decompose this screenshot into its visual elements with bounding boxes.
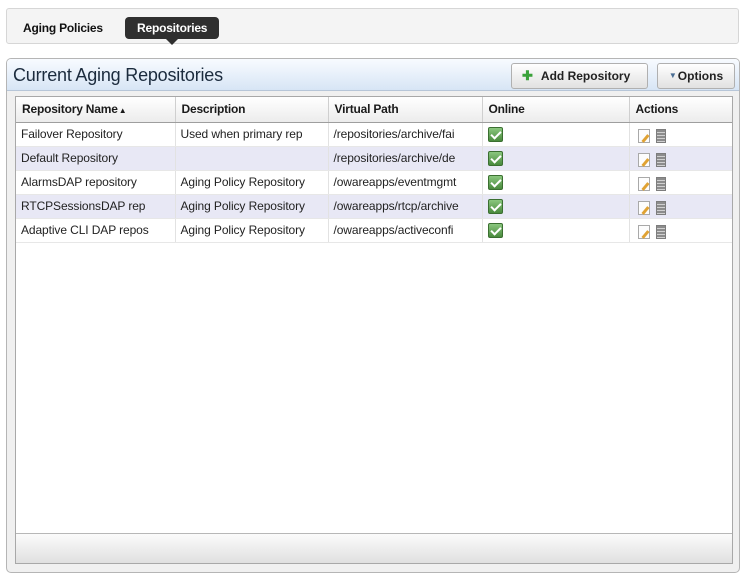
table-row[interactable]: AlarmsDAP repository Aging Policy Reposi… — [16, 170, 732, 195]
edit-icon[interactable] — [637, 152, 650, 167]
tab-aging-policies[interactable]: Aging Policies — [13, 17, 113, 39]
cell-online — [482, 194, 630, 219]
options-button[interactable]: ▼Options — [657, 63, 735, 89]
delete-icon[interactable] — [655, 152, 666, 167]
column-header-repository-name[interactable]: Repository Name▲ — [16, 97, 176, 123]
cell-virtual-path: /owareapps/eventmgmt — [328, 170, 483, 195]
sort-ascending-icon: ▲ — [118, 106, 127, 116]
cell-virtual-path: /repositories/archive/fai — [328, 122, 483, 147]
options-label: Options — [677, 69, 724, 83]
cell-description — [175, 146, 329, 171]
caret-down-icon: ▼ — [668, 71, 677, 80]
add-repository-label: Add Repository — [540, 69, 631, 83]
delete-icon[interactable] — [655, 176, 666, 191]
column-label: Description — [181, 102, 246, 117]
column-label: Actions — [635, 102, 679, 117]
cell-actions — [629, 122, 732, 147]
tab-repositories[interactable]: Repositories — [125, 17, 220, 45]
cell-actions — [629, 194, 732, 219]
cell-actions — [629, 146, 732, 171]
column-label: Repository Name — [22, 102, 118, 117]
repositories-panel: Current Aging Repositories ✚ Add Reposito… — [6, 58, 740, 573]
cell-online — [482, 218, 630, 243]
cell-online — [482, 122, 630, 147]
edit-icon[interactable] — [637, 128, 650, 143]
plus-icon: ✚ — [522, 68, 533, 83]
tab-bar: Aging Policies Repositories — [6, 8, 739, 45]
cell-repository-name: AlarmsDAP repository — [16, 170, 176, 195]
delete-icon[interactable] — [655, 128, 666, 143]
cell-repository-name: RTCPSessionsDAP rep — [16, 194, 176, 219]
table-row[interactable]: Adaptive CLI DAP repos Aging Policy Repo… — [16, 218, 732, 243]
table-row[interactable]: Default Repository /repositories/archive… — [16, 146, 732, 171]
edit-icon[interactable] — [637, 200, 650, 215]
edit-icon[interactable] — [637, 176, 650, 191]
cell-virtual-path: /owareapps/activeconfi — [328, 218, 483, 243]
table-row[interactable]: RTCPSessionsDAP rep Aging Policy Reposit… — [16, 194, 732, 219]
table-footer — [16, 533, 732, 563]
repositories-table: Repository Name▲ Description Virtual Pat… — [15, 96, 733, 564]
checkbox-checked-icon — [487, 127, 503, 142]
cell-virtual-path: /repositories/archive/de — [328, 146, 483, 171]
column-header-actions: Actions — [629, 97, 732, 123]
checkbox-checked-icon — [487, 175, 503, 190]
checkbox-checked-icon — [487, 199, 503, 214]
checkbox-checked-icon — [487, 151, 503, 166]
cell-repository-name: Default Repository — [16, 146, 176, 171]
checkbox-checked-icon — [487, 223, 503, 238]
cell-actions — [629, 170, 732, 195]
cell-online — [482, 146, 630, 171]
cell-virtual-path: /owareapps/rtcp/archive — [328, 194, 483, 219]
cell-description: Aging Policy Repository — [175, 170, 329, 195]
cell-online — [482, 170, 630, 195]
cell-description: Aging Policy Repository — [175, 194, 329, 219]
cell-description: Aging Policy Repository — [175, 218, 329, 243]
column-header-description[interactable]: Description — [175, 97, 329, 123]
cell-repository-name: Failover Repository — [16, 122, 176, 147]
table-row[interactable]: Failover Repository Used when primary re… — [16, 122, 732, 147]
cell-actions — [629, 218, 732, 243]
table-header-row: Repository Name▲ Description Virtual Pat… — [16, 97, 732, 123]
add-repository-button[interactable]: ✚ Add Repository — [511, 63, 648, 89]
edit-icon[interactable] — [637, 224, 650, 239]
column-label: Virtual Path — [334, 102, 399, 117]
delete-icon[interactable] — [655, 200, 666, 215]
panel-header: Current Aging Repositories ✚ Add Reposito… — [7, 59, 739, 91]
cell-description: Used when primary rep — [175, 122, 329, 147]
column-header-online[interactable]: Online — [482, 97, 630, 123]
delete-icon[interactable] — [655, 224, 666, 239]
panel-title: Current Aging Repositories — [13, 65, 223, 85]
column-header-virtual-path[interactable]: Virtual Path — [328, 97, 483, 123]
cell-repository-name: Adaptive CLI DAP repos — [16, 218, 176, 243]
column-label: Online — [488, 102, 525, 117]
